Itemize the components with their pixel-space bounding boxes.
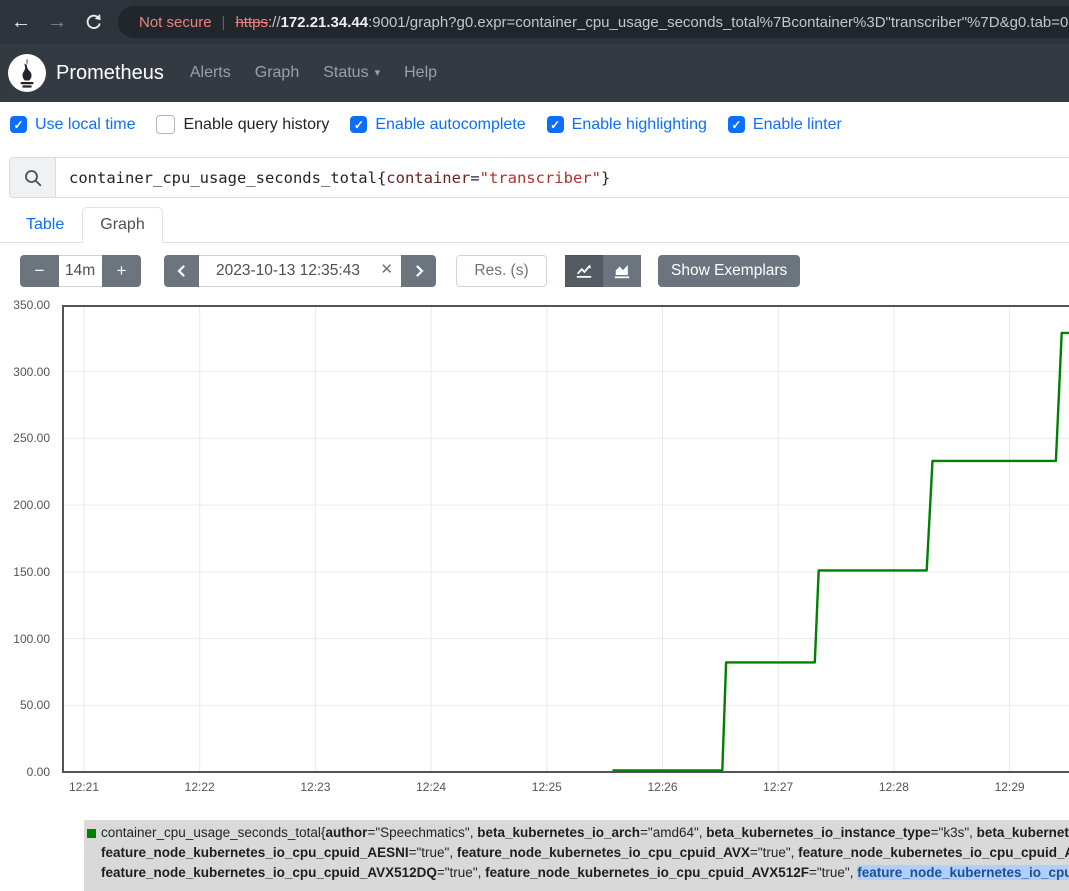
x-axis-tick: 12:21 <box>62 780 114 794</box>
x-axis-tick: 12:29 <box>980 780 1040 794</box>
browser-reload-button[interactable] <box>78 7 108 37</box>
checkbox-box: ✓ <box>156 115 175 134</box>
nav-item-help[interactable]: Help <box>392 64 449 82</box>
nav-item-graph[interactable]: Graph <box>243 64 311 82</box>
datetime-wrapper: ✕ <box>199 255 401 287</box>
cpu-usage-line-chart <box>62 305 1069 773</box>
y-axis-tick: 250.00 <box>13 431 50 445</box>
tab-table[interactable]: Table <box>8 207 82 243</box>
next-time-button[interactable] <box>401 255 436 287</box>
range-input[interactable] <box>59 255 102 287</box>
checkbox-box: ✓ <box>728 116 745 133</box>
line-chart-toggle-button[interactable] <box>565 255 603 287</box>
checkbox-box: ✓ <box>10 116 27 133</box>
search-addon <box>10 158 56 197</box>
search-icon <box>24 169 42 187</box>
decrease-range-button[interactable]: − <box>20 255 59 287</box>
check-icon: ✓ <box>731 119 741 131</box>
query-options-row: ✓ Use local time ✓ Enable query history … <box>10 115 842 134</box>
x-axis-tick: 12:25 <box>517 780 577 794</box>
expression-input-group: container_cpu_usage_seconds_total{contai… <box>9 157 1069 198</box>
legend-item[interactable]: container_cpu_usage_seconds_total{author… <box>84 820 1069 891</box>
increase-range-button[interactable]: + <box>102 255 141 287</box>
y-axis-tick: 100.00 <box>13 632 50 646</box>
graph-plot-area[interactable] <box>62 305 1069 773</box>
url-path: :9001/graph?g0.expr=container_cpu_usage_… <box>368 14 1069 31</box>
check-icon: ✓ <box>13 119 23 131</box>
browser-toolbar: ← → Not secure | https://172.21.34.44:90… <box>0 0 1069 44</box>
y-axis-tick: 150.00 <box>13 565 50 579</box>
checkbox-use-local-time[interactable]: ✓ Use local time <box>10 116 135 134</box>
check-icon: ✓ <box>354 119 364 131</box>
previous-time-button[interactable] <box>164 255 199 287</box>
nav-item-status[interactable]: Status▾ <box>311 64 392 82</box>
checkbox-enable-highlighting[interactable]: ✓ Enable highlighting <box>547 116 707 134</box>
legend-text-line: container_cpu_usage_seconds_total{author… <box>101 823 1069 843</box>
url-scheme: https <box>235 14 268 31</box>
y-axis-tick: 200.00 <box>13 498 50 512</box>
y-axis-tick: 0.00 <box>27 765 50 779</box>
prometheus-navbar: Prometheus Alerts Graph Status▾ Help <box>0 44 1069 102</box>
x-axis-tick: 12:28 <box>864 780 924 794</box>
x-axis-labels: 12:21 12:22 12:23 12:24 12:25 12:26 12:27 12:28… <box>62 780 1069 796</box>
datetime-input[interactable] <box>199 255 401 287</box>
checkbox-enable-autocomplete[interactable]: ✓ Enable autocomplete <box>350 116 525 134</box>
chevron-left-icon <box>176 265 188 277</box>
y-axis-tick: 350.00 <box>13 298 50 312</box>
checkbox-box: ✓ <box>547 116 564 133</box>
reload-icon <box>84 13 103 32</box>
y-axis-tick: 300.00 <box>13 365 50 379</box>
resolution-input[interactable] <box>456 255 547 287</box>
legend-text-line: feature_node_kubernetes_io_cpu_cpuid_AES… <box>101 843 1069 863</box>
panel-tabs: Table Graph <box>0 205 1069 243</box>
checkbox-enable-query-history[interactable]: ✓ Enable query history <box>156 115 329 134</box>
area-chart-icon <box>613 262 631 280</box>
duration-control: − + <box>20 255 141 287</box>
stacked-chart-toggle-button[interactable] <box>603 255 641 287</box>
expression-input[interactable]: container_cpu_usage_seconds_total{contai… <box>56 158 1069 197</box>
x-axis-tick: 12:24 <box>401 780 461 794</box>
check-icon: ✓ <box>550 119 560 131</box>
x-axis-tick: 12:27 <box>748 780 808 794</box>
chevron-right-icon <box>413 265 425 277</box>
line-chart-icon <box>575 262 593 280</box>
x-axis-tick: 12:26 <box>633 780 693 794</box>
clear-time-icon[interactable]: ✕ <box>380 262 393 277</box>
legend-text-line: feature_node_kubernetes_io_cpu_cpuid_AVX… <box>101 863 1069 883</box>
checkbox-box: ✓ <box>350 116 367 133</box>
time-control: ✕ <box>164 255 436 287</box>
tab-graph[interactable]: Graph <box>82 207 162 243</box>
y-axis-tick: 50.00 <box>20 698 50 712</box>
chevron-down-icon: ▾ <box>375 68 381 79</box>
prometheus-logo-icon <box>8 54 46 92</box>
url-separator: | <box>222 14 226 31</box>
y-axis-labels: 0.0050.00100.00150.00200.00250.00300.003… <box>0 305 56 773</box>
brand-title[interactable]: Prometheus <box>56 62 164 85</box>
address-bar[interactable]: Not secure | https://172.21.34.44:9001/g… <box>118 6 1069 38</box>
nav-item-alerts[interactable]: Alerts <box>178 64 243 82</box>
show-exemplars-button[interactable]: Show Exemplars <box>658 255 800 287</box>
browser-back-button[interactable]: ← <box>6 7 36 37</box>
series-color-swatch <box>87 829 96 838</box>
not-secure-label: Not secure <box>139 14 212 31</box>
graph-controls-toolbar: − + ✕ <box>20 255 800 287</box>
browser-forward-button[interactable]: → <box>42 7 72 37</box>
chart-type-toggle <box>565 255 641 287</box>
x-axis-tick: 12:23 <box>285 780 345 794</box>
page-url: https://172.21.34.44:9001/graph?g0.expr=… <box>235 14 1069 31</box>
url-host: 172.21.34.44 <box>281 14 369 31</box>
x-axis-tick: 12:22 <box>170 780 230 794</box>
checkbox-enable-linter[interactable]: ✓ Enable linter <box>728 116 842 134</box>
